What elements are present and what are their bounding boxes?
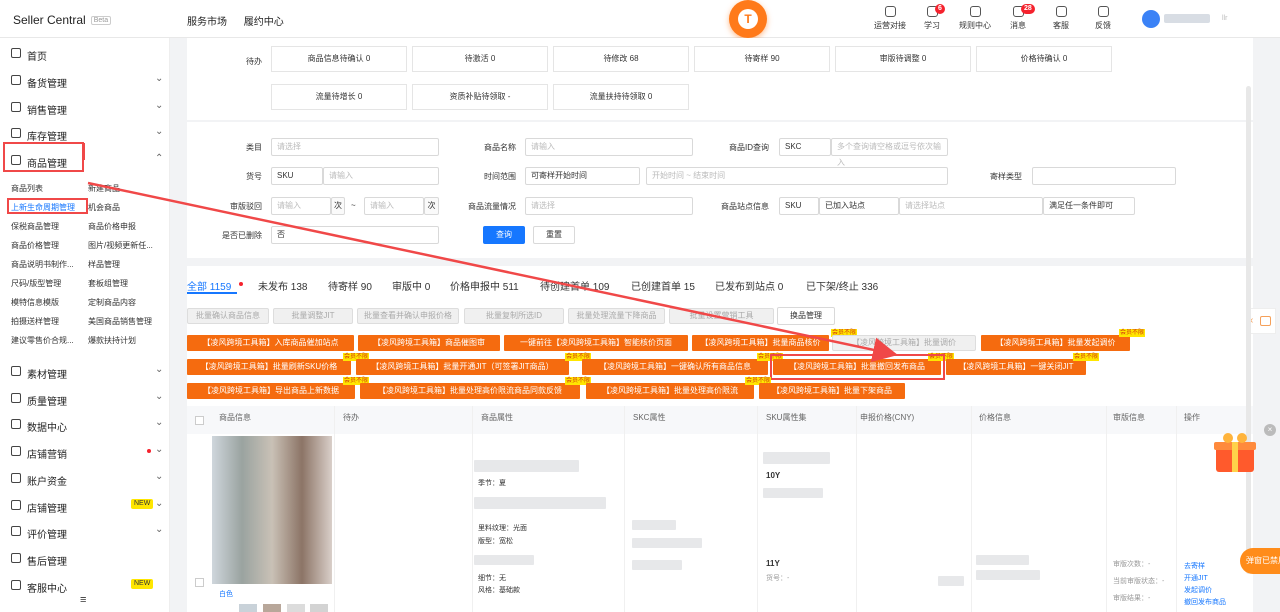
gift-promo-icon[interactable] <box>1212 432 1258 480</box>
popup-disabled-button[interactable]: 弹窗已禁用 <box>1240 548 1280 574</box>
chat-icon <box>1260 316 1271 326</box>
close-icon[interactable]: × <box>1264 424 1276 436</box>
annotation-arrow <box>83 143 898 363</box>
scrollbar[interactable] <box>1246 86 1251 574</box>
